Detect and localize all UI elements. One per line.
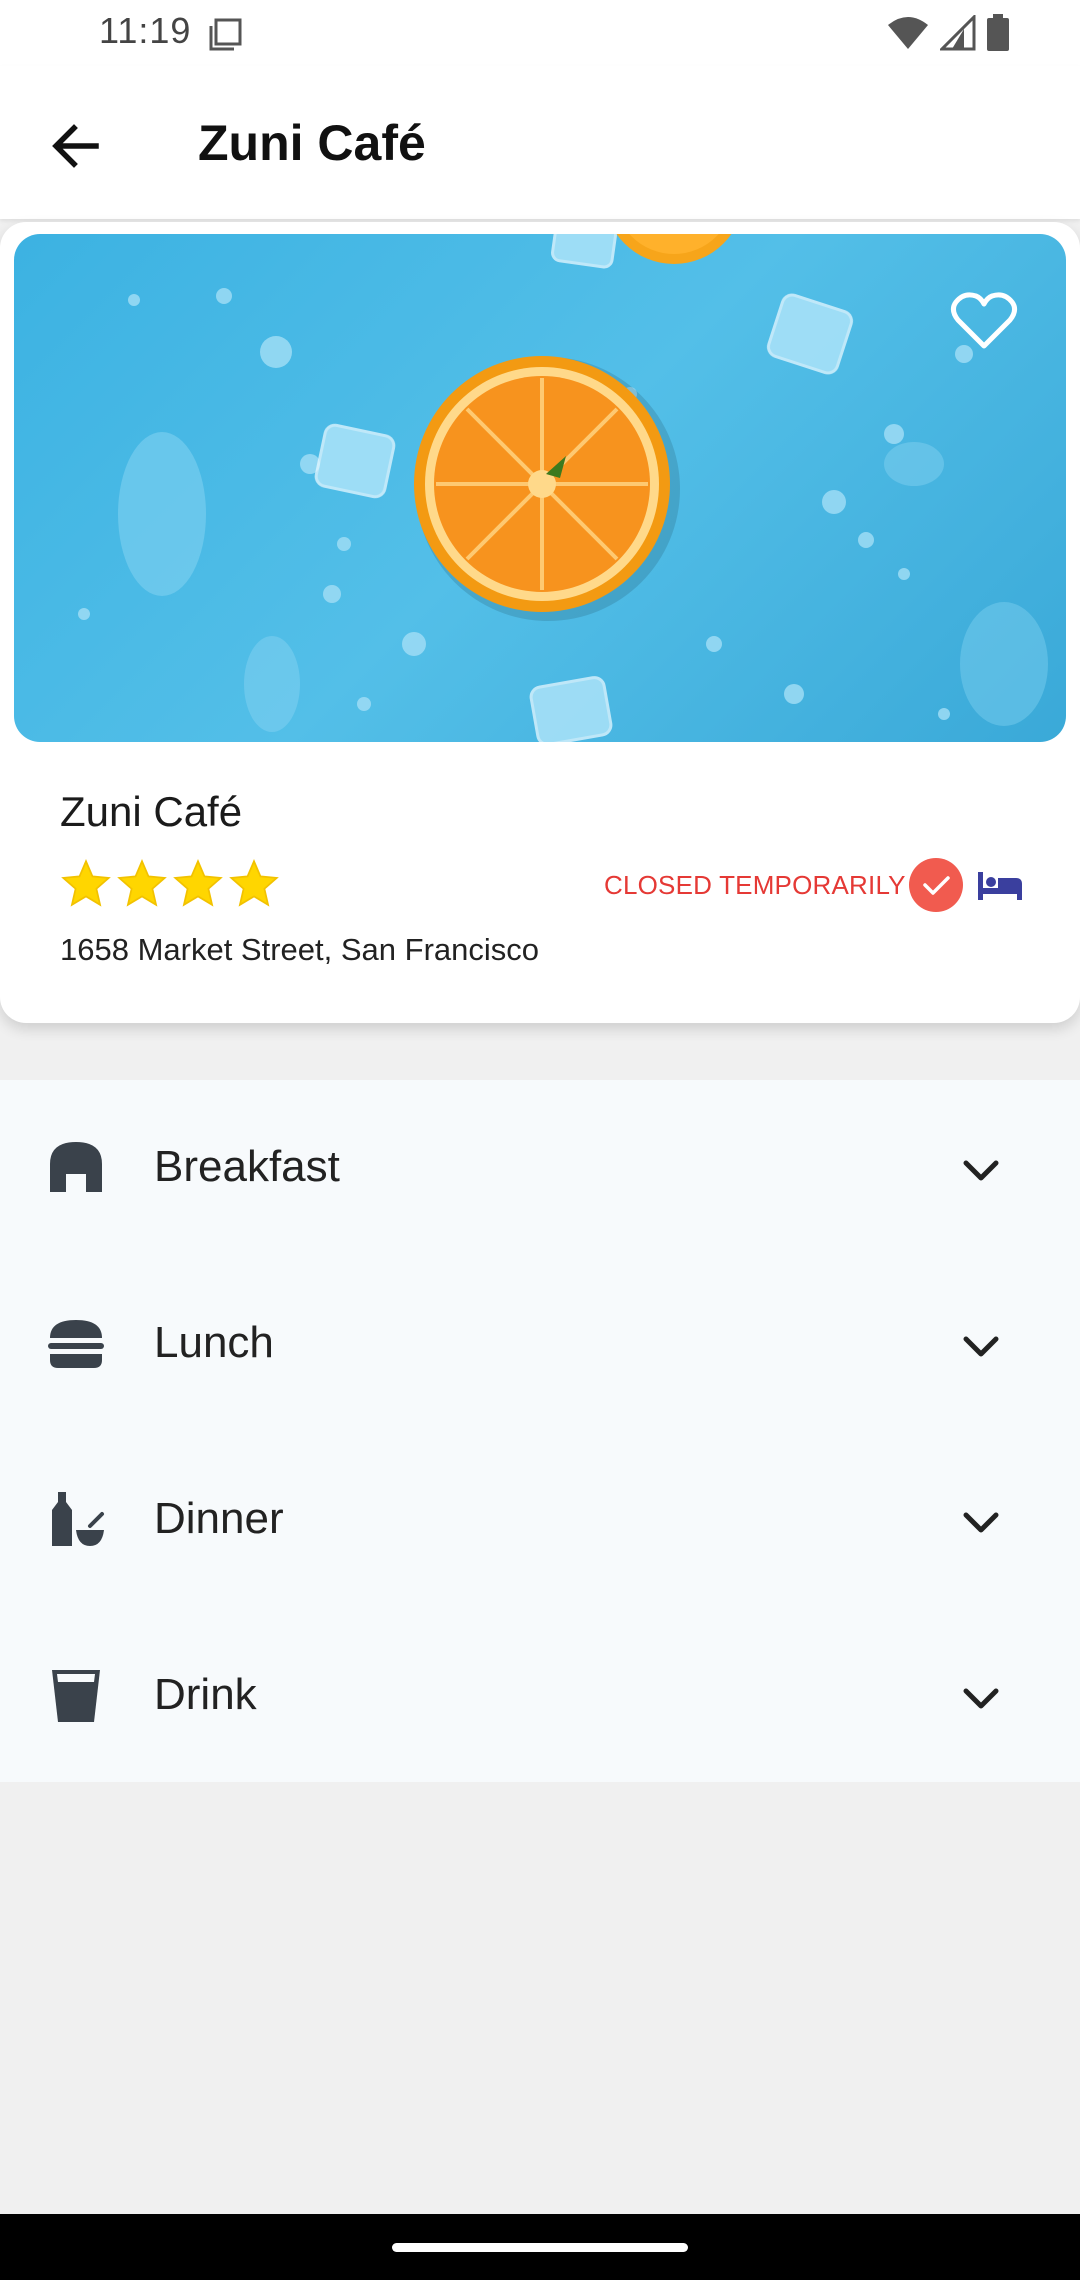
chevron-down-icon[interactable]	[958, 1148, 1004, 1194]
venue-photo	[14, 234, 1066, 742]
arrow-back-icon[interactable]	[44, 114, 108, 178]
chevron-down-icon[interactable]	[958, 1500, 1004, 1546]
menu-item-label: Lunch	[154, 1318, 274, 1367]
burger-icon	[48, 1320, 104, 1368]
chevron-down-icon[interactable]	[958, 1324, 1004, 1370]
venue-name: Zuni Café	[60, 788, 243, 835]
menu-item-label: Breakfast	[154, 1142, 340, 1191]
home-gesture-handle[interactable]	[392, 2243, 688, 2252]
hotel-bed-icon	[978, 872, 1022, 900]
menu-item-dinner[interactable]: Dinner	[0, 1432, 1080, 1608]
heart-icon[interactable]	[948, 288, 1020, 352]
status-icons	[886, 14, 1010, 52]
status-time: 11:19	[99, 10, 192, 51]
star-icon	[117, 859, 167, 907]
check-circle-icon	[909, 858, 963, 912]
venue-photo-image	[78, 234, 1048, 742]
star-icon	[229, 859, 279, 907]
star-icon	[61, 859, 111, 907]
rating-stars	[60, 858, 280, 910]
venue-card[interactable]: Zuni Café CLOSED TEMPORARILY 1658 Market…	[0, 222, 1080, 1023]
app-bar: Zuni Café	[0, 66, 1080, 219]
chevron-down-icon[interactable]	[958, 1676, 1004, 1722]
menu-item-label: Drink	[154, 1670, 257, 1719]
page-title: Zuni Café	[198, 115, 426, 171]
battery-icon	[987, 14, 1009, 51]
dinner-icon	[52, 1492, 104, 1546]
wifi-icon	[888, 17, 928, 49]
glass-icon	[52, 1670, 100, 1722]
sim-icon	[209, 18, 242, 51]
status-bar: 11:19	[0, 0, 1080, 66]
menu-item-drink[interactable]: Drink	[0, 1608, 1080, 1784]
menu-item-breakfast[interactable]: Breakfast	[0, 1080, 1080, 1256]
menu-item-lunch[interactable]: Lunch	[0, 1256, 1080, 1432]
menu-item-label: Dinner	[154, 1494, 284, 1543]
status-badge: CLOSED TEMPORARILY	[604, 870, 906, 900]
venue-address: 1658 Market Street, San Francisco	[60, 932, 540, 967]
star-icon	[173, 859, 223, 907]
menu-category-list: Breakfast Lunch Dinner Drink	[0, 1080, 1080, 1782]
signal-icon	[940, 15, 976, 51]
bakery-dining-icon	[50, 1142, 102, 1192]
